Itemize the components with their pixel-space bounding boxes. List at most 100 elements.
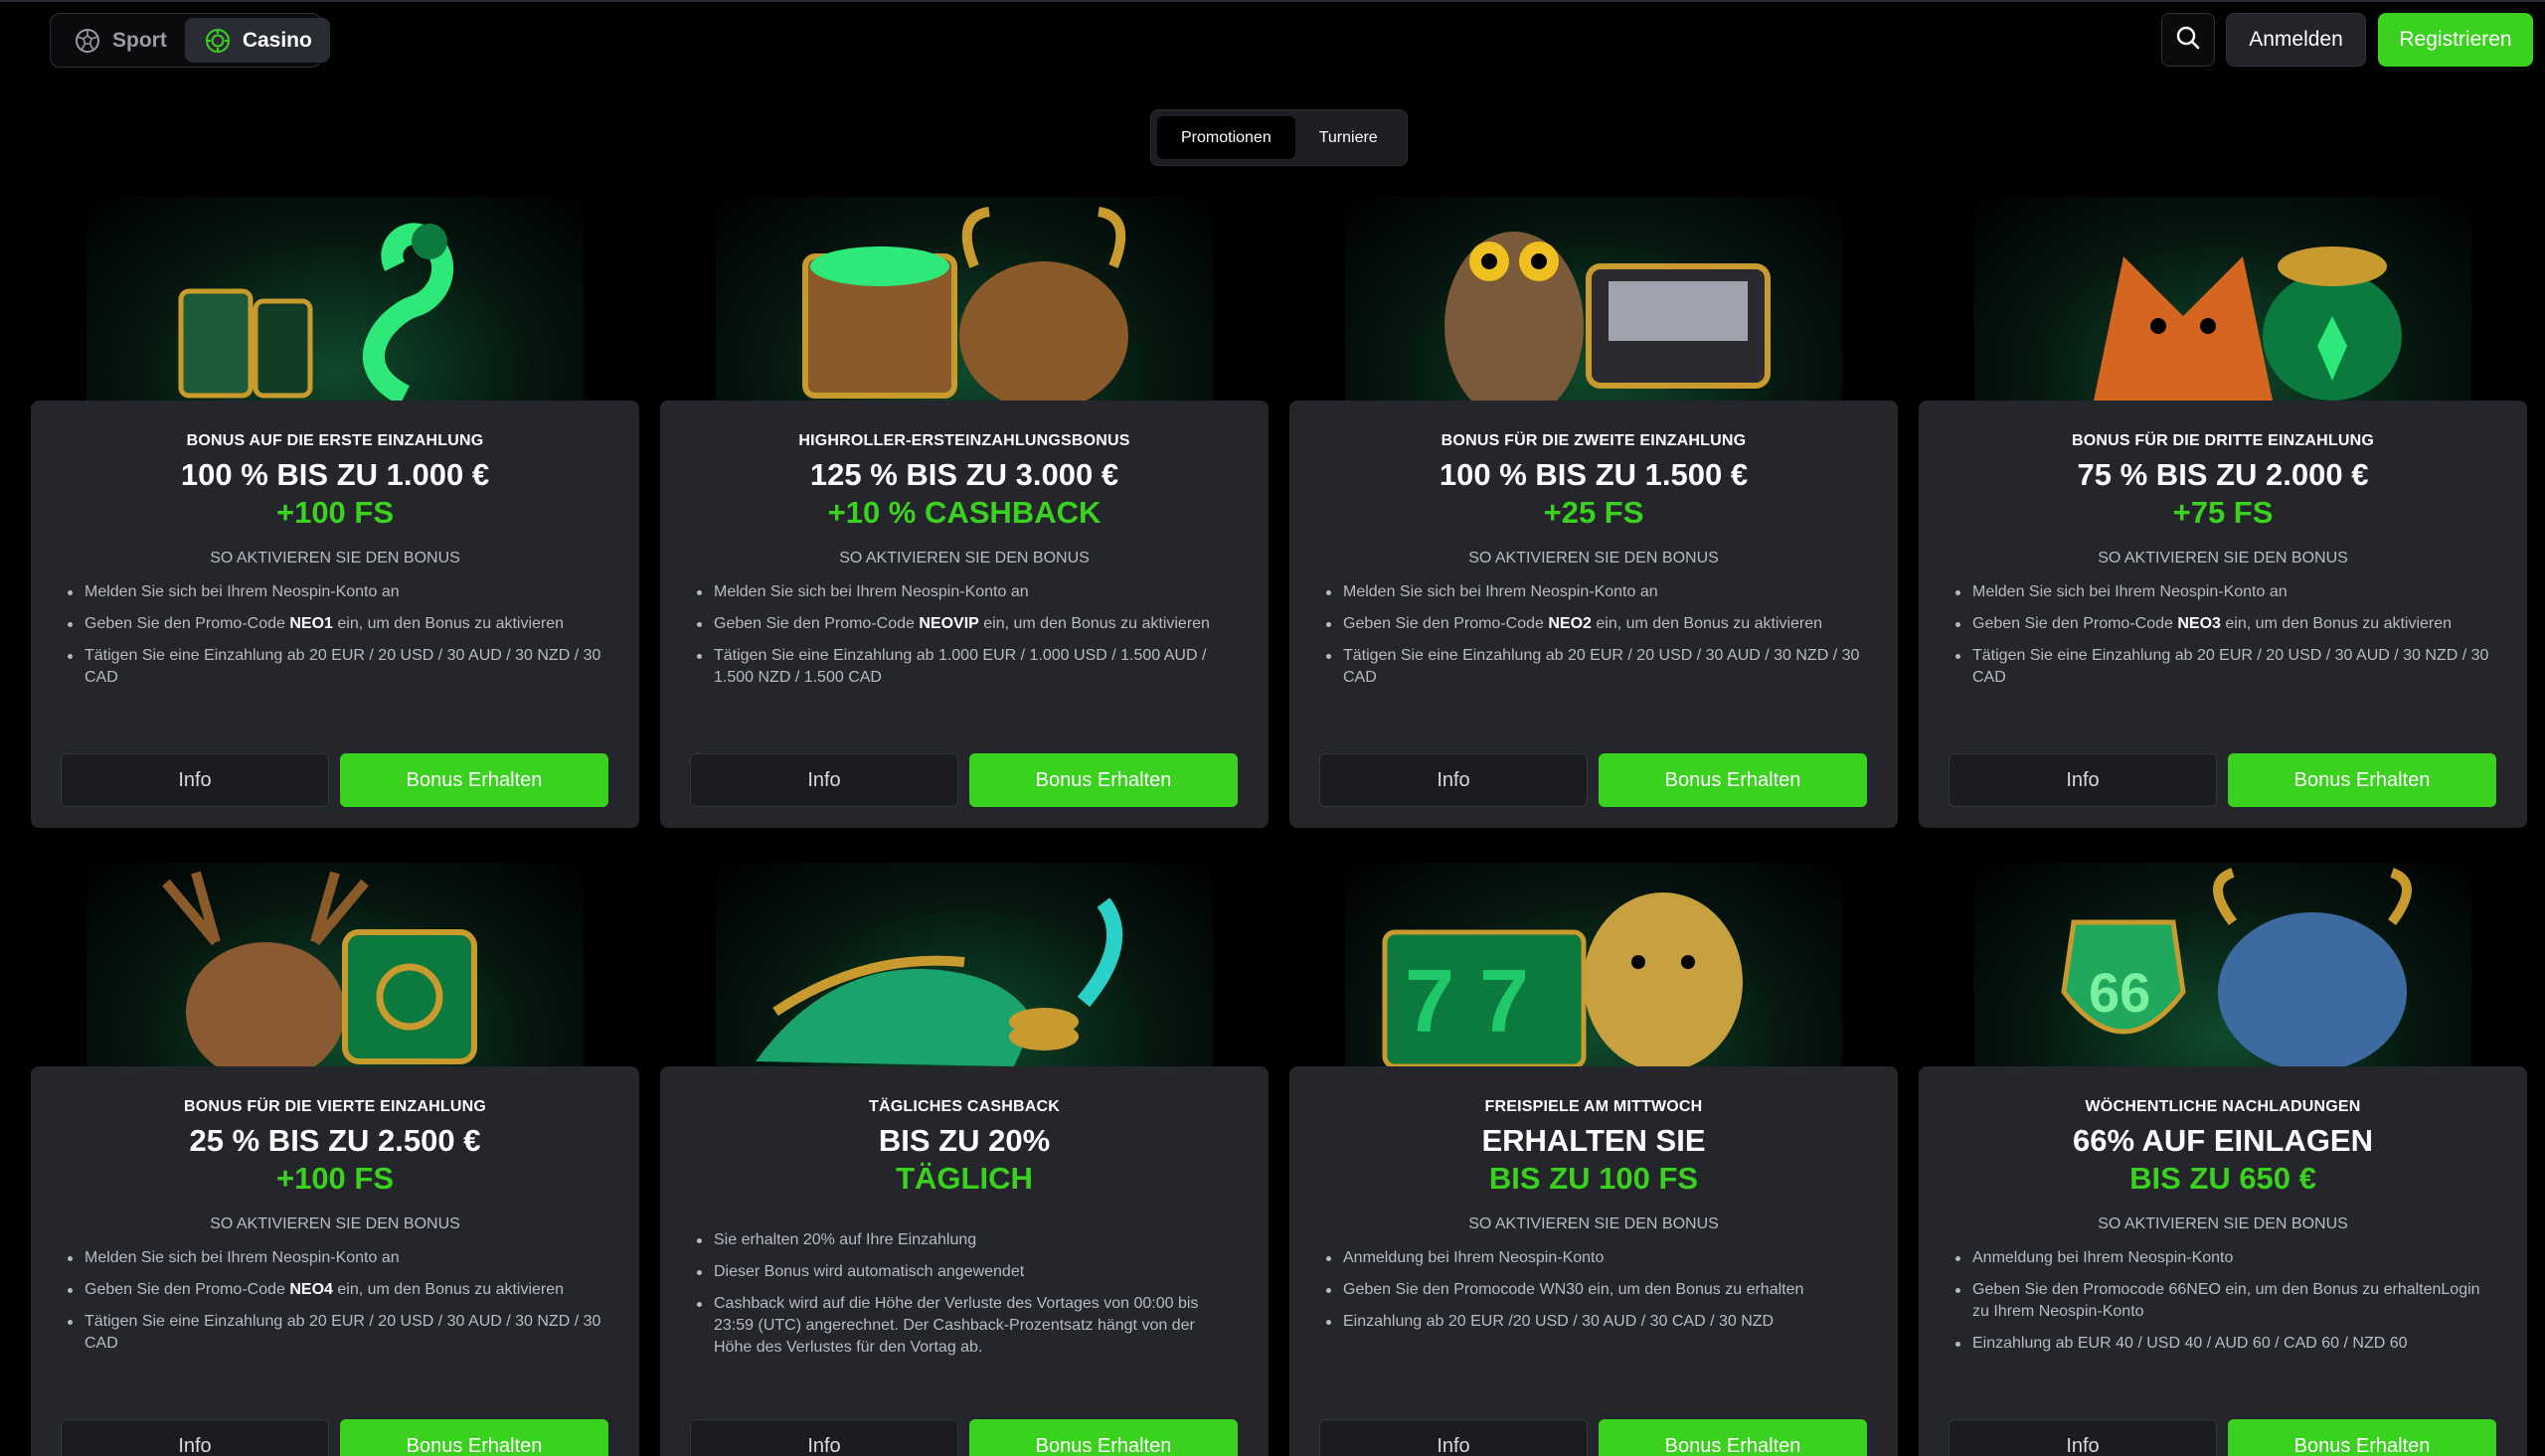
switch-casino[interactable]: Casino: [184, 18, 330, 63]
bullet-item: Melden Sie sich bei Ihrem Neospin-Konto …: [65, 581, 603, 603]
promotions-page: Sport Casino Anmelden Registrieren Promo…: [0, 0, 2545, 1456]
svg-text:66: 66: [2089, 961, 2150, 1024]
bullet-item: Dieser Bonus wird automatisch angewendet: [694, 1261, 1233, 1283]
login-button[interactable]: Anmelden: [2226, 13, 2366, 67]
switch-casino-label: Casino: [242, 28, 312, 52]
card-actions: Info Bonus Erhalten: [61, 1419, 609, 1456]
promo-tabs: Promotionen Turniere: [1150, 109, 1408, 166]
promo-card: HIGHROLLER-ERSTEINZAHLUNGSBONUS 125 % BI…: [660, 197, 1269, 833]
product-switcher: Sport Casino: [50, 13, 330, 68]
promo-accent: TÄGLICH: [896, 1161, 1033, 1196]
card-actions: Info Bonus Erhalten: [1949, 753, 2497, 807]
bullet-item: Anmeldung bei Ihrem Neospin-Konto: [1323, 1247, 1862, 1269]
info-button[interactable]: Info: [690, 1419, 958, 1456]
info-button[interactable]: Info: [1949, 753, 2217, 807]
promo-accent: +10 % CASHBACK: [827, 495, 1102, 530]
promo-panel: BONUS FÜR DIE VIERTE EINZAHLUNG 25 % BIS…: [31, 1066, 639, 1456]
snake-slot-illustration: [86, 197, 584, 401]
info-button[interactable]: Info: [1319, 1419, 1588, 1456]
bullet-item: Anmeldung bei Ihrem Neospin-Konto: [1952, 1247, 2491, 1269]
activation-steps: Sie erhalten 20% auf Ihre Einzahlung Dies…: [660, 1229, 1269, 1359]
promo-kicker: BONUS AUF DIE ERSTE EINZAHLUNG: [186, 432, 484, 449]
promo-card: 66 WÖCHENTLICHE NACHLADUNGEN 66% AUF EIN…: [1919, 863, 2527, 1456]
promo-card: 7 7 FREISPIELE AM MITTWOCH ERHALTEN SIE …: [1289, 863, 1898, 1456]
promo-headline: 100 % BIS ZU 1.500 €: [1439, 457, 1749, 492]
promo-kicker: BONUS FÜR DIE VIERTE EINZAHLUNG: [184, 1098, 486, 1115]
promo-accent: BIS ZU 650 €: [2129, 1161, 2316, 1196]
activation-steps: Melden Sie sich bei Ihrem Neospin-Konto …: [1289, 581, 1898, 689]
howto-heading: SO AKTIVIEREN SIE DEN BONUS: [210, 1215, 460, 1232]
promo-card: BONUS FÜR DIE DRITTE EINZAHLUNG 75 % BIS…: [1919, 197, 2527, 833]
activation-steps: Melden Sie sich bei Ihrem Neospin-Konto …: [31, 581, 639, 689]
bison-route66-illustration: 66: [1974, 863, 2471, 1066]
promo-accent: BIS ZU 100 FS: [1488, 1161, 1699, 1196]
card-actions: Info Bonus Erhalten: [1319, 1419, 1868, 1456]
activation-steps: Anmeldung bei Ihrem Neospin-Konto Geben S…: [1919, 1247, 2527, 1355]
promo-card: BONUS FÜR DIE ZWEITE EINZAHLUNG 100 % BI…: [1289, 197, 1898, 833]
get-bonus-button[interactable]: Bonus Erhalten: [2228, 1419, 2496, 1456]
bullet-item: Geben Sie den Promo-Code NEO3 ein, um de…: [1952, 613, 2491, 635]
tab-promotions[interactable]: Promotionen: [1157, 116, 1295, 159]
register-button[interactable]: Registrieren: [2378, 13, 2533, 67]
card-actions: Info Bonus Erhalten: [690, 1419, 1239, 1456]
promo-panel: TÄGLICHES CASHBACK BIS ZU 20% TÄGLICH Si…: [660, 1066, 1269, 1456]
promo-kicker: BONUS FÜR DIE ZWEITE EINZAHLUNG: [1441, 432, 1747, 449]
switch-sport[interactable]: Sport: [55, 18, 185, 63]
bullet-item: Cashback wird auf die Höhe der Verluste …: [694, 1293, 1233, 1359]
promo-accent: +25 FS: [1543, 495, 1644, 530]
bullet-item: Melden Sie sich bei Ihrem Neospin-Konto …: [65, 1247, 603, 1269]
casino-chip-icon: [205, 28, 231, 54]
get-bonus-button[interactable]: Bonus Erhalten: [1599, 753, 1867, 807]
bullet-item: Geben Sie den Promo-Code NEO4 ein, um de…: [65, 1279, 603, 1301]
promo-accent: +100 FS: [275, 495, 395, 530]
bullet-item: Geben Sie den Promo-Code NEO1 ein, um de…: [65, 613, 603, 635]
get-bonus-button[interactable]: Bonus Erhalten: [340, 753, 608, 807]
bullet-item: Tätigen Sie eine Einzahlung ab 20 EUR / …: [1323, 645, 1862, 689]
info-button[interactable]: Info: [61, 753, 329, 807]
search-button[interactable]: [2161, 13, 2215, 67]
promo-panel: WÖCHENTLICHE NACHLADUNGEN 66% AUF EINLAG…: [1919, 1066, 2527, 1456]
card-actions: Info Bonus Erhalten: [1319, 753, 1868, 807]
info-button[interactable]: Info: [690, 753, 958, 807]
info-button[interactable]: Info: [1319, 753, 1588, 807]
bullet-item: Einzahlung ab 20 EUR /20 USD / 30 AUD / …: [1323, 1311, 1862, 1333]
bullet-item: Melden Sie sich bei Ihrem Neospin-Konto …: [694, 581, 1233, 603]
bullet-item: Tätigen Sie eine Einzahlung ab 20 EUR / …: [1952, 645, 2491, 689]
activation-steps: Melden Sie sich bei Ihrem Neospin-Konto …: [660, 581, 1269, 689]
promo-kicker: WÖCHENTLICHE NACHLADUNGEN: [2085, 1098, 2361, 1115]
activation-steps: Melden Sie sich bei Ihrem Neospin-Konto …: [1919, 581, 2527, 689]
bullet-item: Einzahlung ab EUR 40 / USD 40 / AUD 60 /…: [1952, 1333, 2491, 1355]
get-bonus-button[interactable]: Bonus Erhalten: [1599, 1419, 1867, 1456]
bullet-item: Melden Sie sich bei Ihrem Neospin-Konto …: [1323, 581, 1862, 603]
search-icon: [2175, 25, 2201, 56]
get-bonus-button[interactable]: Bonus Erhalten: [340, 1419, 608, 1456]
activation-steps: Anmeldung bei Ihrem Neospin-Konto Geben S…: [1289, 1247, 1898, 1333]
howto-heading: SO AKTIVIEREN SIE DEN BONUS: [1468, 550, 1719, 566]
bullet-item: Tätigen Sie eine Einzahlung ab 20 EUR / …: [65, 645, 603, 689]
svg-text:7 7: 7 7: [1405, 952, 1529, 1052]
get-bonus-button[interactable]: Bonus Erhalten: [969, 1419, 1238, 1456]
promo-panel: BONUS AUF DIE ERSTE EINZAHLUNG 100 % BIS…: [31, 401, 639, 828]
promo-panel: BONUS FÜR DIE DRITTE EINZAHLUNG 75 % BIS…: [1919, 401, 2527, 828]
info-button[interactable]: Info: [61, 1419, 329, 1456]
promo-headline: 75 % BIS ZU 2.000 €: [2077, 457, 2369, 492]
soccer-ball-icon: [75, 28, 100, 54]
howto-heading: SO AKTIVIEREN SIE DEN BONUS: [1468, 1215, 1719, 1232]
promo-panel: HIGHROLLER-ERSTEINZAHLUNGSBONUS 125 % BI…: [660, 401, 1269, 828]
howto-heading: SO AKTIVIEREN SIE DEN BONUS: [2098, 1215, 2348, 1232]
info-button[interactable]: Info: [1949, 1419, 2217, 1456]
promo-kicker: FREISPIELE AM MITTWOCH: [1484, 1098, 1703, 1115]
promo-headline: 100 % BIS ZU 1.000 €: [180, 457, 490, 492]
get-bonus-button[interactable]: Bonus Erhalten: [2228, 753, 2496, 807]
bullet-item: Geben Sie den Promo-Code NEOVIP ein, um …: [694, 613, 1233, 635]
switch-sport-label: Sport: [112, 28, 167, 52]
tab-tournaments[interactable]: Turniere: [1295, 116, 1402, 159]
get-bonus-button[interactable]: Bonus Erhalten: [969, 753, 1238, 807]
promo-card: BONUS AUF DIE ERSTE EINZAHLUNG 100 % BIS…: [31, 197, 639, 833]
activation-steps: Melden Sie sich bei Ihrem Neospin-Konto …: [31, 1247, 639, 1355]
bullet-item: Geben Sie den Promocode WN30 ein, um den…: [1323, 1279, 1862, 1301]
card-actions: Info Bonus Erhalten: [61, 753, 609, 807]
promo-panel: FREISPIELE AM MITTWOCH ERHALTEN SIE BIS …: [1289, 1066, 1898, 1456]
deer-safe-illustration: [86, 863, 584, 1066]
promo-headline: 66% AUF EINLAGEN: [2072, 1123, 2373, 1158]
